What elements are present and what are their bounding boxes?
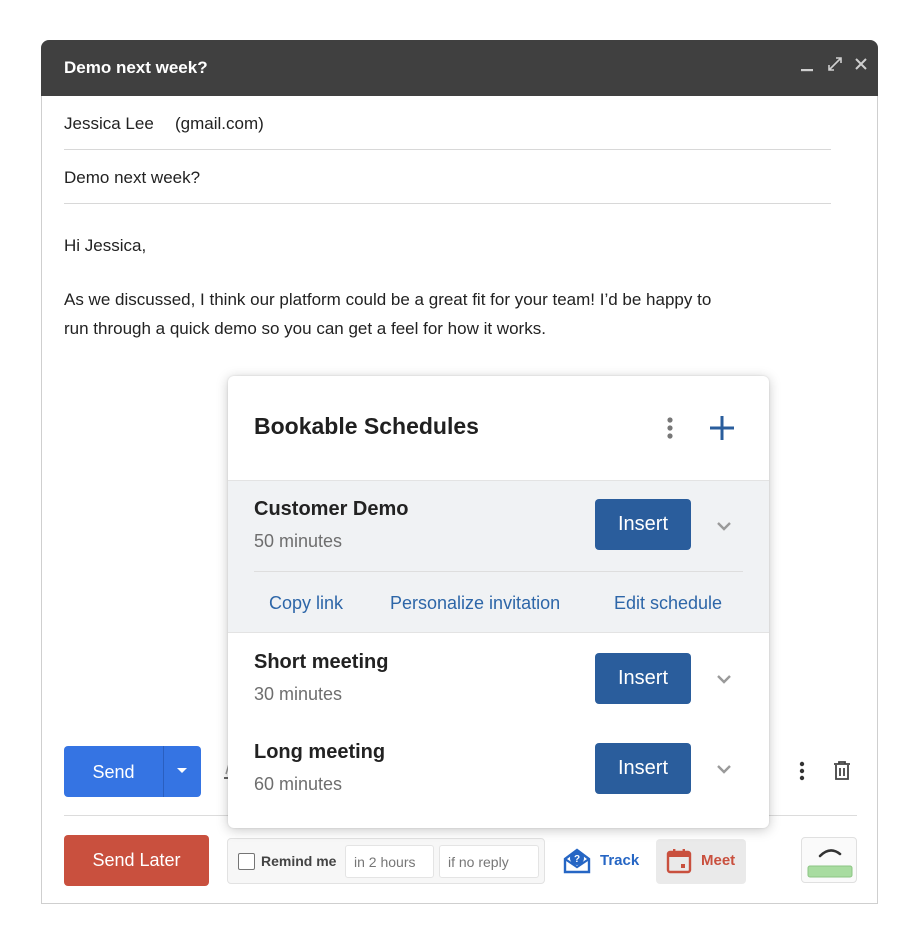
- body-greeting[interactable]: Hi Jessica,: [64, 231, 146, 260]
- schedule-item-customer-demo: Customer Demo 50 minutes Insert Copy lin…: [228, 480, 769, 633]
- insert-button[interactable]: Insert: [595, 743, 691, 794]
- track-envelope-icon: ?: [563, 848, 591, 874]
- subject-field[interactable]: Demo next week?: [64, 150, 831, 204]
- body-line-1[interactable]: As we discussed, I think our platform co…: [64, 285, 711, 314]
- schedule-name: Customer Demo: [254, 498, 409, 520]
- expand-icon[interactable]: [824, 54, 846, 82]
- more-options-icon[interactable]: [794, 756, 810, 786]
- schedule-name: Long meeting: [254, 741, 386, 763]
- to-field[interactable]: Jessica Lee (gmail.com): [64, 96, 831, 150]
- schedule-duration: 50 minutes: [254, 531, 343, 551]
- bookable-schedules-popup: Bookable Schedules Customer Demo 50 minu…: [228, 376, 769, 828]
- compose-titlebar[interactable]: Demo next week?: [41, 40, 878, 96]
- schedule-name: Short meeting: [254, 651, 389, 673]
- remind-condition-select[interactable]: if no reply: [439, 845, 539, 878]
- remind-me-group: Remind me in 2 hours if no reply: [227, 838, 545, 884]
- recipient-name: Jessica Lee: [64, 114, 154, 133]
- calendar-icon: [666, 849, 692, 874]
- track-label: Track: [600, 852, 640, 869]
- send-options-dropdown-icon[interactable]: [164, 746, 201, 797]
- meet-label: Meet: [701, 852, 736, 869]
- send-button[interactable]: Send: [64, 746, 201, 797]
- popup-title: Bookable Schedules: [254, 413, 479, 439]
- remind-time-select[interactable]: in 2 hours: [345, 845, 434, 878]
- schedule-duration: 60 minutes: [254, 774, 343, 794]
- chevron-down-icon[interactable]: [715, 672, 733, 686]
- collapse-chevron-icon: [807, 849, 853, 878]
- compose-title: Demo next week?: [64, 58, 208, 77]
- chevron-down-icon[interactable]: [715, 762, 733, 776]
- recipient-domain: (gmail.com): [175, 114, 264, 133]
- schedule-item-short-meeting: Short meeting 30 minutes Insert: [228, 633, 769, 723]
- close-icon[interactable]: [850, 54, 872, 82]
- meet-button[interactable]: Meet: [656, 839, 746, 884]
- minimize-icon[interactable]: [796, 54, 818, 82]
- remind-me-label[interactable]: Remind me: [261, 853, 336, 869]
- insert-button[interactable]: Insert: [595, 653, 691, 704]
- popup-more-options-icon[interactable]: [660, 414, 680, 444]
- personalize-invitation-link[interactable]: Personalize invitation: [390, 593, 560, 614]
- copy-link[interactable]: Copy link: [269, 593, 343, 614]
- insert-button[interactable]: Insert: [595, 499, 691, 550]
- body-line-2[interactable]: run through a quick demo so you can get …: [64, 314, 546, 343]
- schedule-actions-divider: [254, 571, 743, 572]
- extension-toggle-button[interactable]: [801, 837, 857, 883]
- svg-text:?: ?: [574, 854, 580, 865]
- popup-header: Bookable Schedules: [228, 376, 769, 480]
- send-later-button[interactable]: Send Later: [64, 835, 209, 886]
- trash-icon[interactable]: [831, 756, 853, 786]
- schedule-item-long-meeting: Long meeting 60 minutes Insert: [228, 723, 769, 828]
- remind-me-checkbox[interactable]: [238, 853, 255, 870]
- edit-schedule-link[interactable]: Edit schedule: [614, 593, 722, 614]
- chevron-down-icon[interactable]: [715, 519, 733, 533]
- add-schedule-icon[interactable]: [706, 412, 738, 444]
- schedule-duration: 30 minutes: [254, 684, 343, 704]
- send-label: Send: [92, 762, 135, 782]
- subject-text: Demo next week?: [64, 168, 201, 187]
